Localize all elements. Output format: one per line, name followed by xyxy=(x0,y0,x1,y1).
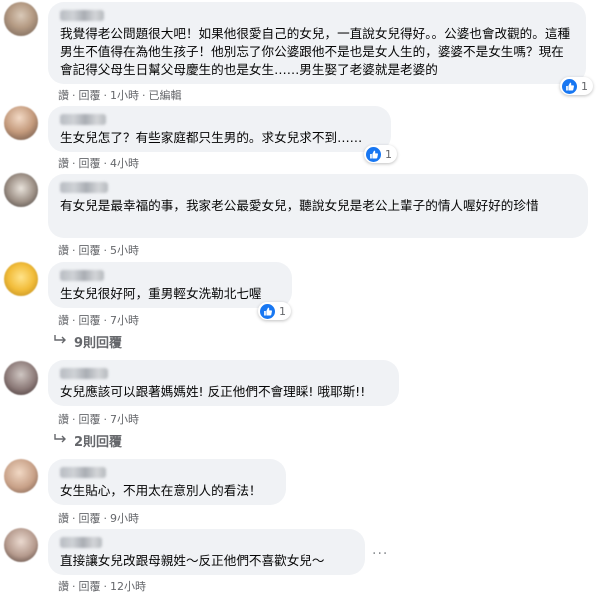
commenter-name[interactable] xyxy=(60,368,108,379)
avatar[interactable] xyxy=(4,106,38,140)
reply-link[interactable]: 回覆 xyxy=(79,314,101,327)
timestamp[interactable]: 7小時 xyxy=(110,314,139,327)
reaction-count[interactable]: 1 xyxy=(364,145,397,163)
comment-text: 女生貼心，不用太在意別人的看法！ xyxy=(60,483,262,498)
like-link[interactable]: 讚 xyxy=(58,89,69,102)
thumbs-up-icon xyxy=(562,78,577,94)
like-link[interactable]: 讚 xyxy=(58,314,69,327)
thumbs-up-icon xyxy=(366,146,381,162)
comment-actions: 讚 · 回覆 · 7小時 xyxy=(58,314,139,327)
edited-label: 已編輯 xyxy=(148,89,182,102)
commenter-name[interactable] xyxy=(60,537,102,548)
reply-link[interactable]: 回覆 xyxy=(79,157,101,170)
reaction-count-number: 1 xyxy=(385,147,392,161)
more-options-icon[interactable]: ··· xyxy=(372,546,388,562)
avatar[interactable] xyxy=(4,173,38,207)
reply-link[interactable]: 回覆 xyxy=(79,89,101,102)
comment-text: 生女兒很好阿，重男輕女洗勒北七喔 xyxy=(60,286,262,301)
view-replies-label[interactable]: 9則回覆 xyxy=(74,332,122,351)
like-link[interactable]: 讚 xyxy=(58,512,69,525)
comment-actions: 讚 · 回覆 · 9小時 xyxy=(58,512,139,525)
reaction-count-number: 1 xyxy=(581,79,588,93)
comment-text: 我覺得老公問題很大吧！如果他很愛自己的女兒，一直說女兒得好。。公婆也會改觀的。這… xyxy=(60,26,571,77)
comment-text: 女兒應該可以跟著媽媽姓! 反正他們不會理睬! 哦耶斯!! xyxy=(60,384,366,399)
comment-actions: 讚 · 回覆 · 7小時 xyxy=(58,413,139,426)
commenter-name[interactable] xyxy=(60,467,106,478)
reaction-count[interactable]: 1 xyxy=(258,302,291,320)
reply-link[interactable]: 回覆 xyxy=(79,512,101,525)
view-replies-label[interactable]: 2則回覆 xyxy=(74,431,122,450)
comment-text: 生女兒怎了？有些家庭都只生男的。求女兒求不到…… xyxy=(60,130,363,145)
like-link[interactable]: 讚 xyxy=(58,580,69,593)
avatar[interactable] xyxy=(4,361,38,395)
reply-arrow-icon xyxy=(54,433,66,448)
avatar[interactable] xyxy=(4,528,38,562)
like-link[interactable]: 讚 xyxy=(58,157,69,170)
timestamp[interactable]: 5小時 xyxy=(110,244,139,257)
commenter-name[interactable] xyxy=(60,182,108,193)
comment-bubble: 生女兒很好阿，重男輕女洗勒北七喔 xyxy=(48,262,292,308)
reply-link[interactable]: 回覆 xyxy=(79,580,101,593)
comment-bubble: 有女兒是最幸福的事，我家老公最愛女兒，聽說女兒是老公上輩子的情人喔好好的珍惜 xyxy=(48,174,588,238)
thumbs-up-icon xyxy=(260,303,275,319)
timestamp[interactable]: 12小時 xyxy=(110,580,146,593)
commenter-name[interactable] xyxy=(60,10,104,21)
comment-actions: 讚 · 回覆 · 1小時 · 已編輯 xyxy=(58,89,182,102)
view-replies[interactable]: 9則回覆 xyxy=(54,332,122,351)
view-replies[interactable]: 2則回覆 xyxy=(54,431,122,450)
like-link[interactable]: 讚 xyxy=(58,413,69,426)
reaction-count[interactable]: 1 xyxy=(560,77,593,95)
commenter-name[interactable] xyxy=(60,114,106,125)
timestamp[interactable]: 7小時 xyxy=(110,413,139,426)
timestamp[interactable]: 9小時 xyxy=(110,512,139,525)
avatar[interactable] xyxy=(4,459,38,493)
comment-bubble: 生女兒怎了？有些家庭都只生男的。求女兒求不到…… xyxy=(48,106,391,152)
comment-bubble: 直接讓女兒改跟母親姓～反正他們不喜歡女兒～ xyxy=(48,529,365,575)
avatar[interactable] xyxy=(4,262,38,296)
reaction-count-number: 1 xyxy=(279,304,286,318)
comment-bubble: 女生貼心，不用太在意別人的看法！ xyxy=(48,459,286,505)
comment-actions: 讚 · 回覆 · 4小時 xyxy=(58,157,139,170)
commenter-name[interactable] xyxy=(60,270,104,281)
timestamp[interactable]: 4小時 xyxy=(110,157,139,170)
timestamp[interactable]: 1小時 xyxy=(110,89,139,102)
reply-link[interactable]: 回覆 xyxy=(79,413,101,426)
reply-arrow-icon xyxy=(54,334,66,349)
comment-actions: 讚 · 回覆 · 5小時 xyxy=(58,244,139,257)
comment-actions: 讚 · 回覆 · 12小時 xyxy=(58,580,146,593)
comment-bubble: 我覺得老公問題很大吧！如果他很愛自己的女兒，一直說女兒得好。。公婆也會改觀的。這… xyxy=(48,2,586,84)
comment-text: 直接讓女兒改跟母親姓～反正他們不喜歡女兒～ xyxy=(60,553,325,568)
avatar[interactable] xyxy=(4,2,38,36)
reply-link[interactable]: 回覆 xyxy=(79,244,101,257)
comment-bubble: 女兒應該可以跟著媽媽姓! 反正他們不會理睬! 哦耶斯!! xyxy=(48,360,399,406)
comment-text: 有女兒是最幸福的事，我家老公最愛女兒，聽說女兒是老公上輩子的情人喔好好的珍惜 xyxy=(60,198,539,213)
like-link[interactable]: 讚 xyxy=(58,244,69,257)
